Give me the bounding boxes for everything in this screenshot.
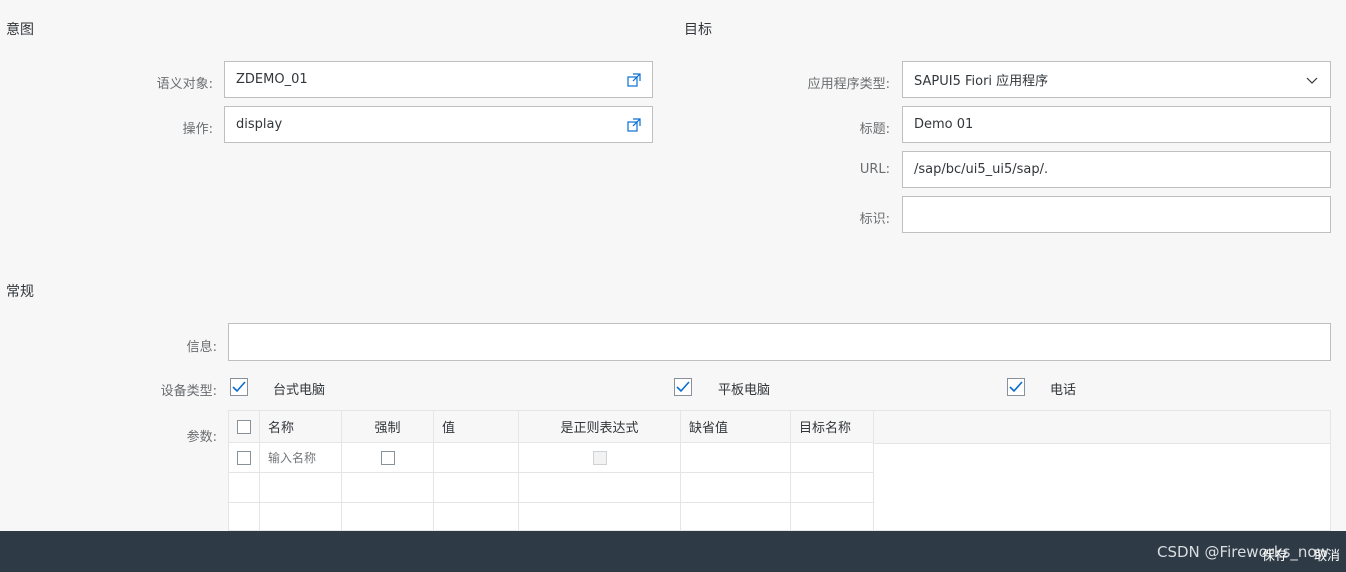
row-select-cell <box>229 442 260 473</box>
action-label: 操作: <box>182 122 213 137</box>
semantic-object-field[interactable]: ZDEMO_01 <box>224 61 653 98</box>
col-target-name: 目标名称 <box>790 411 874 443</box>
table-row <box>229 502 874 530</box>
table-row: 输入名称 <box>229 442 874 473</box>
title-value: Demo 01 <box>914 117 974 132</box>
title-input[interactable]: Demo 01 <box>902 106 1331 143</box>
phone-label: 电话 <box>1050 383 1077 398</box>
empty-cell <box>518 502 681 530</box>
col-mandatory: 强制 <box>341 411 434 443</box>
empty-cell <box>433 502 519 530</box>
info-label: 信息: <box>186 340 217 355</box>
params-header-row: 名称 强制 值 是正则表达式 缺省值 目标名称 <box>229 411 874 443</box>
checkmark-icon <box>676 381 690 393</box>
footer-bar: CSDN @Fireworks_now 保存 取消 <box>0 531 1346 572</box>
tablet-label: 平板电脑 <box>718 383 771 398</box>
is-regex-checkbox <box>592 450 607 465</box>
empty-cell <box>341 472 434 503</box>
value-help-icon[interactable] <box>627 117 641 132</box>
target-name-cell[interactable] <box>790 442 874 473</box>
url-input[interactable]: /sap/bc/ui5_ui5/sap/. <box>902 151 1331 188</box>
chevron-down-icon[interactable] <box>1305 73 1319 87</box>
row-select-checkbox[interactable] <box>237 450 251 465</box>
action-value: display <box>236 117 283 132</box>
empty-cell <box>259 472 342 503</box>
mandatory-cell <box>341 442 434 473</box>
name-cell[interactable]: 输入名称 <box>259 442 342 473</box>
target-section-title: 目标 <box>684 22 712 38</box>
select-all-checkbox[interactable] <box>237 419 251 434</box>
tablet-checkbox[interactable] <box>674 378 692 396</box>
device-type-label: 设备类型: <box>160 384 217 399</box>
empty-cell <box>229 502 260 530</box>
mandatory-checkbox[interactable] <box>380 450 395 465</box>
empty-cell <box>229 472 260 503</box>
table-row <box>229 472 874 503</box>
empty-cell <box>680 472 791 503</box>
empty-cell <box>518 472 681 503</box>
phone-checkbox[interactable] <box>1007 378 1025 396</box>
id-label: 标识: <box>859 212 890 227</box>
id-input[interactable] <box>902 196 1331 233</box>
value-cell[interactable] <box>433 442 519 473</box>
title-label: 标题: <box>859 122 890 137</box>
value-help-icon[interactable] <box>627 72 641 87</box>
url-value: /sap/bc/ui5_ui5/sap/. <box>914 162 1049 177</box>
semantic-object-value: ZDEMO_01 <box>236 72 308 87</box>
col-default-value: 缺省值 <box>680 411 791 443</box>
empty-cell <box>790 472 874 503</box>
checkmark-icon <box>1009 381 1023 393</box>
desktop-checkbox[interactable] <box>230 378 248 396</box>
select-all-cell <box>229 411 260 443</box>
app-type-label: 应用程序类型: <box>807 77 890 92</box>
info-input[interactable] <box>228 323 1331 361</box>
empty-cell <box>341 502 434 530</box>
desktop-label: 台式电脑 <box>273 383 326 398</box>
default-value-cell[interactable] <box>680 442 791 473</box>
empty-cell <box>433 472 519 503</box>
empty-cell <box>680 502 791 530</box>
action-field[interactable]: display <box>224 106 653 143</box>
app-type-select[interactable]: SAPUI5 Fiori 应用程序 <box>902 61 1331 98</box>
semantic-object-label: 语义对象: <box>156 77 213 92</box>
url-label: URL: <box>859 162 890 177</box>
col-is-regex: 是正则表达式 <box>518 411 681 443</box>
empty-cell <box>790 502 874 530</box>
general-section-title: 常规 <box>6 284 34 300</box>
watermark-text: CSDN @Fireworks_now <box>1157 543 1329 561</box>
is-regex-cell <box>518 442 681 473</box>
params-table: 名称 强制 值 是正则表达式 缺省值 目标名称 输入名称 <box>229 411 874 530</box>
app-type-value: SAPUI5 Fiori 应用程序 <box>914 74 1049 89</box>
cancel-button[interactable]: 取消 <box>1314 545 1340 564</box>
col-value: 值 <box>433 411 519 443</box>
name-placeholder: 输入名称 <box>268 451 317 465</box>
params-label: 参数: <box>186 430 217 445</box>
save-button[interactable]: 保存 <box>1262 545 1288 564</box>
checkmark-icon <box>232 381 246 393</box>
empty-cell <box>259 502 342 530</box>
intent-section-title: 意图 <box>6 22 34 38</box>
params-table-container: 名称 强制 值 是正则表达式 缺省值 目标名称 输入名称 <box>228 410 1331 531</box>
col-name: 名称 <box>259 411 342 443</box>
